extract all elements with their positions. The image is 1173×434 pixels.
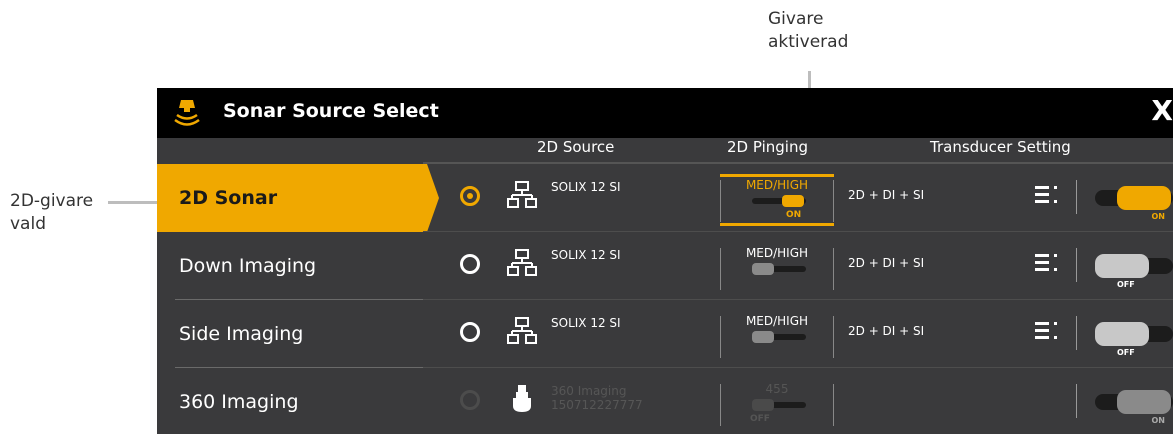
ping-mode-label: MED/HIGH [745,246,809,260]
source-name: SOLIX 12 SI [551,316,621,330]
sidebar-item-2d-sonar[interactable]: 2D Sonar [157,164,439,232]
active-highlight-bar [720,223,834,226]
pinging-control[interactable]: MED/HIGH ON [720,174,834,226]
close-icon[interactable]: X [1151,95,1173,127]
network-icon [507,249,537,276]
source-row: SOLIX 12 SI MED/HIGH 2D + DI + SI OFF [423,232,1173,300]
source-row: SOLIX 12 SI MED/HIGH ON 2D + DI + SI ON [423,164,1173,232]
header-2d-pinging: 2D Pinging [727,138,808,156]
callout-line: aktiverad [768,32,849,52]
ping-slider [752,399,806,411]
active-highlight-bar [720,174,834,177]
column-divider [1076,316,1077,350]
toggle-state-label: ON [1151,416,1166,425]
toggle-state-label: OFF [1117,280,1135,289]
callout-2d-transducer-selected: 2D-givare vald [10,190,120,236]
ping-state-label: ON [786,210,802,220]
transducer-toggle[interactable]: OFF [1095,254,1173,289]
transducer-setting-value: 2D + DI + SI [848,188,925,202]
menu-icon[interactable] [1035,252,1059,274]
column-divider [1076,384,1077,418]
callout-line: Givare [768,9,824,29]
source-row: SOLIX 12 SI MED/HIGH 2D + DI + SI OFF [423,300,1173,368]
sonar-icon [174,100,200,126]
callout-line: 2D-givare [10,191,94,211]
toggle-knob[interactable] [1117,186,1171,210]
ping-slider-knob[interactable] [752,263,774,275]
sidebar-item-side-imaging[interactable]: Side Imaging [157,300,427,368]
source-row: 360 Imaging 150712227777 455 OFF ON [423,368,1173,434]
toggle-state-label: OFF [1117,348,1135,357]
toggle-knob[interactable] [1095,254,1149,278]
title-bar: Sonar Source Select X [157,88,1173,138]
callout-line: vald [10,214,46,234]
header-transducer-setting: Transducer Setting [930,138,1071,156]
source-radio[interactable] [460,254,480,274]
transducer-toggle[interactable]: ON [1095,186,1173,221]
ping-slider-knob [752,399,774,411]
transducer-toggle[interactable]: ON [1095,390,1173,425]
callout-leader-line [108,201,164,204]
transducer-setting-value: 2D + DI + SI [848,324,925,338]
ping-slider-knob[interactable] [752,331,774,343]
source-radio-disabled [460,390,480,410]
toggle-knob[interactable] [1117,390,1171,414]
ping-state-label: OFF [750,414,770,424]
source-name: 360 Imaging 150712227777 [551,384,643,412]
transducer-setting-value: 2D + DI + SI [848,256,925,270]
ping-slider-knob[interactable] [782,195,804,207]
source-name: SOLIX 12 SI [551,180,621,194]
ping-mode-label: 455 [765,382,789,396]
ping-slider[interactable] [752,263,806,275]
transducer-icon [513,385,531,412]
toggle-state-label: ON [1151,212,1166,221]
pinging-control[interactable]: MED/HIGH [720,310,834,362]
menu-icon[interactable] [1035,184,1059,206]
source-name-line: 360 Imaging [551,384,627,398]
sidebar-item-down-imaging[interactable]: Down Imaging [157,232,427,300]
header-2d-source: 2D Source [537,138,615,156]
column-headers: 2D Source 2D Pinging Transducer Setting [157,138,1173,164]
window-title: Sonar Source Select [223,100,439,122]
column-divider [1076,180,1077,214]
pinging-control[interactable]: MED/HIGH [720,242,834,294]
source-radio-selected[interactable] [460,186,480,206]
ping-slider[interactable] [752,331,806,343]
sonar-source-panel: Sonar Source Select X 2D Source 2D Pingi… [157,88,1173,434]
pinging-control: 455 OFF [720,378,834,430]
source-name: SOLIX 12 SI [551,248,621,262]
source-name-line: SOLIX 12 SI [551,316,621,330]
transducer-toggle[interactable]: OFF [1095,322,1173,357]
toggle-knob[interactable] [1095,322,1149,346]
network-icon [507,317,537,344]
sidebar-item-360-imaging[interactable]: 360 Imaging [157,368,427,434]
source-name-line: 150712227777 [551,398,643,412]
network-icon [507,181,537,208]
source-name-line: SOLIX 12 SI [551,180,621,194]
column-divider [1076,248,1077,282]
ping-slider[interactable] [752,195,806,207]
ping-mode-label: MED/HIGH [745,178,809,192]
ping-mode-label: MED/HIGH [745,314,809,328]
source-radio[interactable] [460,322,480,342]
menu-icon[interactable] [1035,320,1059,342]
callout-transducer-activated: Givare aktiverad [768,8,868,54]
source-name-line: SOLIX 12 SI [551,248,621,262]
